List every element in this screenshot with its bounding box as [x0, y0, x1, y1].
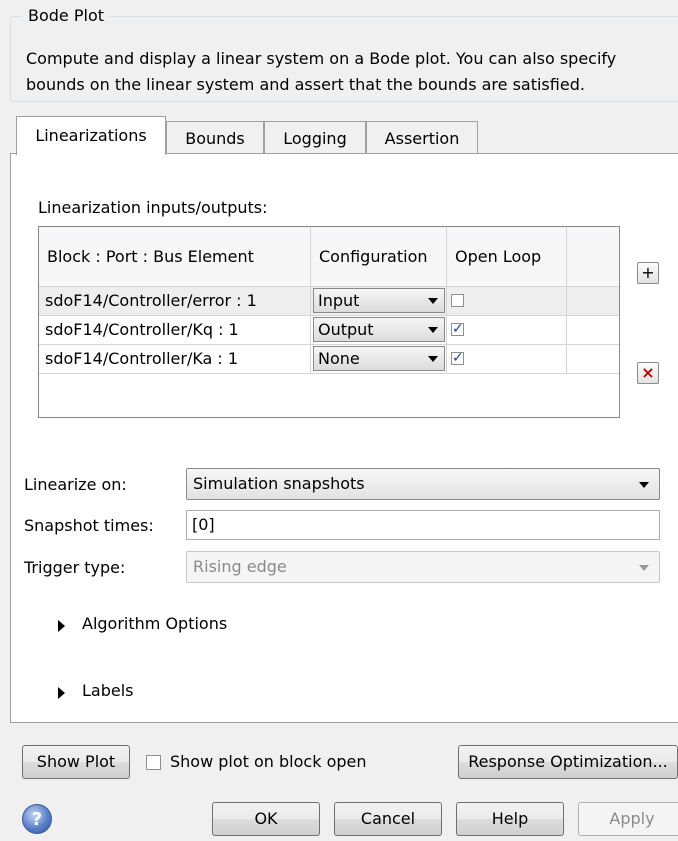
tab-bounds[interactable]: Bounds — [166, 121, 264, 154]
table-row-config-cell[interactable]: None — [311, 345, 447, 374]
configuration-value: Input — [318, 291, 360, 310]
io-label: Linearization inputs/outputs: — [38, 198, 268, 217]
show-on-open-label: Show plot on block open — [170, 752, 367, 771]
column-header-block[interactable]: Block : Port : Bus Element — [39, 227, 311, 287]
response-optimization-button[interactable]: Response Optimization... — [458, 745, 678, 779]
delete-x-icon: × — [641, 363, 655, 382]
open-loop-checkbox[interactable]: ✓ — [451, 321, 464, 337]
configuration-value: Output — [318, 320, 374, 339]
table-row-openloop-cell[interactable] — [447, 287, 567, 316]
group-title: Bode Plot — [22, 6, 111, 25]
trigger-type-label: Trigger type: — [24, 558, 126, 577]
configuration-select[interactable]: None — [313, 346, 445, 371]
column-header-open-loop[interactable]: Open Loop — [447, 227, 567, 287]
snapshot-times-label: Snapshot times: — [24, 516, 154, 535]
snapshot-times-input[interactable]: [0] — [186, 510, 660, 540]
chevron-down-icon — [428, 356, 438, 362]
linearize-on-value: Simulation snapshots — [193, 474, 365, 493]
ok-button[interactable]: OK — [212, 802, 320, 836]
table-row-block-cell[interactable]: sdoF14/Controller/Kq : 1 — [39, 316, 311, 345]
configuration-select[interactable]: Input — [313, 288, 445, 313]
help-icon[interactable]: ? — [22, 804, 52, 834]
io-table: Block : Port : Bus Element Configuration… — [38, 226, 620, 418]
configuration-value: None — [318, 349, 360, 368]
table-row-block-cell[interactable]: sdoF14/Controller/Ka : 1 — [39, 345, 311, 374]
chevron-down-icon — [428, 298, 438, 304]
table-row-filler — [567, 345, 619, 374]
open-loop-checkbox[interactable]: ✓ — [451, 350, 464, 366]
linearize-on-label: Linearize on: — [24, 475, 127, 494]
open-loop-checkbox[interactable] — [451, 294, 464, 307]
add-signal-button[interactable]: + — [637, 262, 659, 284]
table-row-block-cell[interactable]: sdoF14/Controller/error : 1 — [39, 287, 311, 316]
expand-triangle-icon — [58, 687, 65, 699]
trigger-type-value: Rising edge — [193, 557, 287, 576]
group-description: Compute and display a linear system on a… — [26, 49, 617, 94]
apply-button[interactable]: Apply — [578, 802, 678, 836]
algorithm-options-label: Algorithm Options — [82, 614, 228, 633]
table-row-filler — [567, 287, 619, 316]
column-header-configuration[interactable]: Configuration — [311, 227, 447, 287]
labels-section-label: Labels — [82, 681, 134, 700]
chevron-down-icon — [639, 482, 649, 488]
table-row-openloop-cell[interactable]: ✓ — [447, 316, 567, 345]
configuration-select[interactable]: Output — [313, 317, 445, 342]
chevron-down-icon — [428, 327, 438, 333]
table-row-config-cell[interactable]: Output — [311, 316, 447, 345]
column-header-filler — [567, 227, 619, 287]
delete-signal-button[interactable]: × — [637, 362, 659, 384]
chevron-down-icon — [639, 565, 649, 571]
table-row-filler — [567, 316, 619, 345]
plus-icon: + — [641, 263, 655, 282]
table-row-openloop-cell[interactable]: ✓ — [447, 345, 567, 374]
expand-triangle-icon — [58, 620, 65, 632]
linearize-on-select[interactable]: Simulation snapshots — [186, 468, 660, 500]
trigger-type-select[interactable]: Rising edge — [186, 551, 660, 583]
checkmark-icon: ✓ — [452, 321, 464, 337]
tab-linearizations[interactable]: Linearizations — [16, 116, 166, 155]
cancel-button[interactable]: Cancel — [334, 802, 442, 836]
show-on-open-checkbox[interactable] — [146, 755, 161, 770]
tab-assertion[interactable]: Assertion — [366, 121, 478, 154]
help-button[interactable]: Help — [456, 802, 564, 836]
table-row-config-cell[interactable]: Input — [311, 287, 447, 316]
tab-logging[interactable]: Logging — [264, 121, 366, 154]
show-plot-button[interactable]: Show Plot — [22, 745, 130, 779]
checkmark-icon: ✓ — [452, 350, 464, 366]
